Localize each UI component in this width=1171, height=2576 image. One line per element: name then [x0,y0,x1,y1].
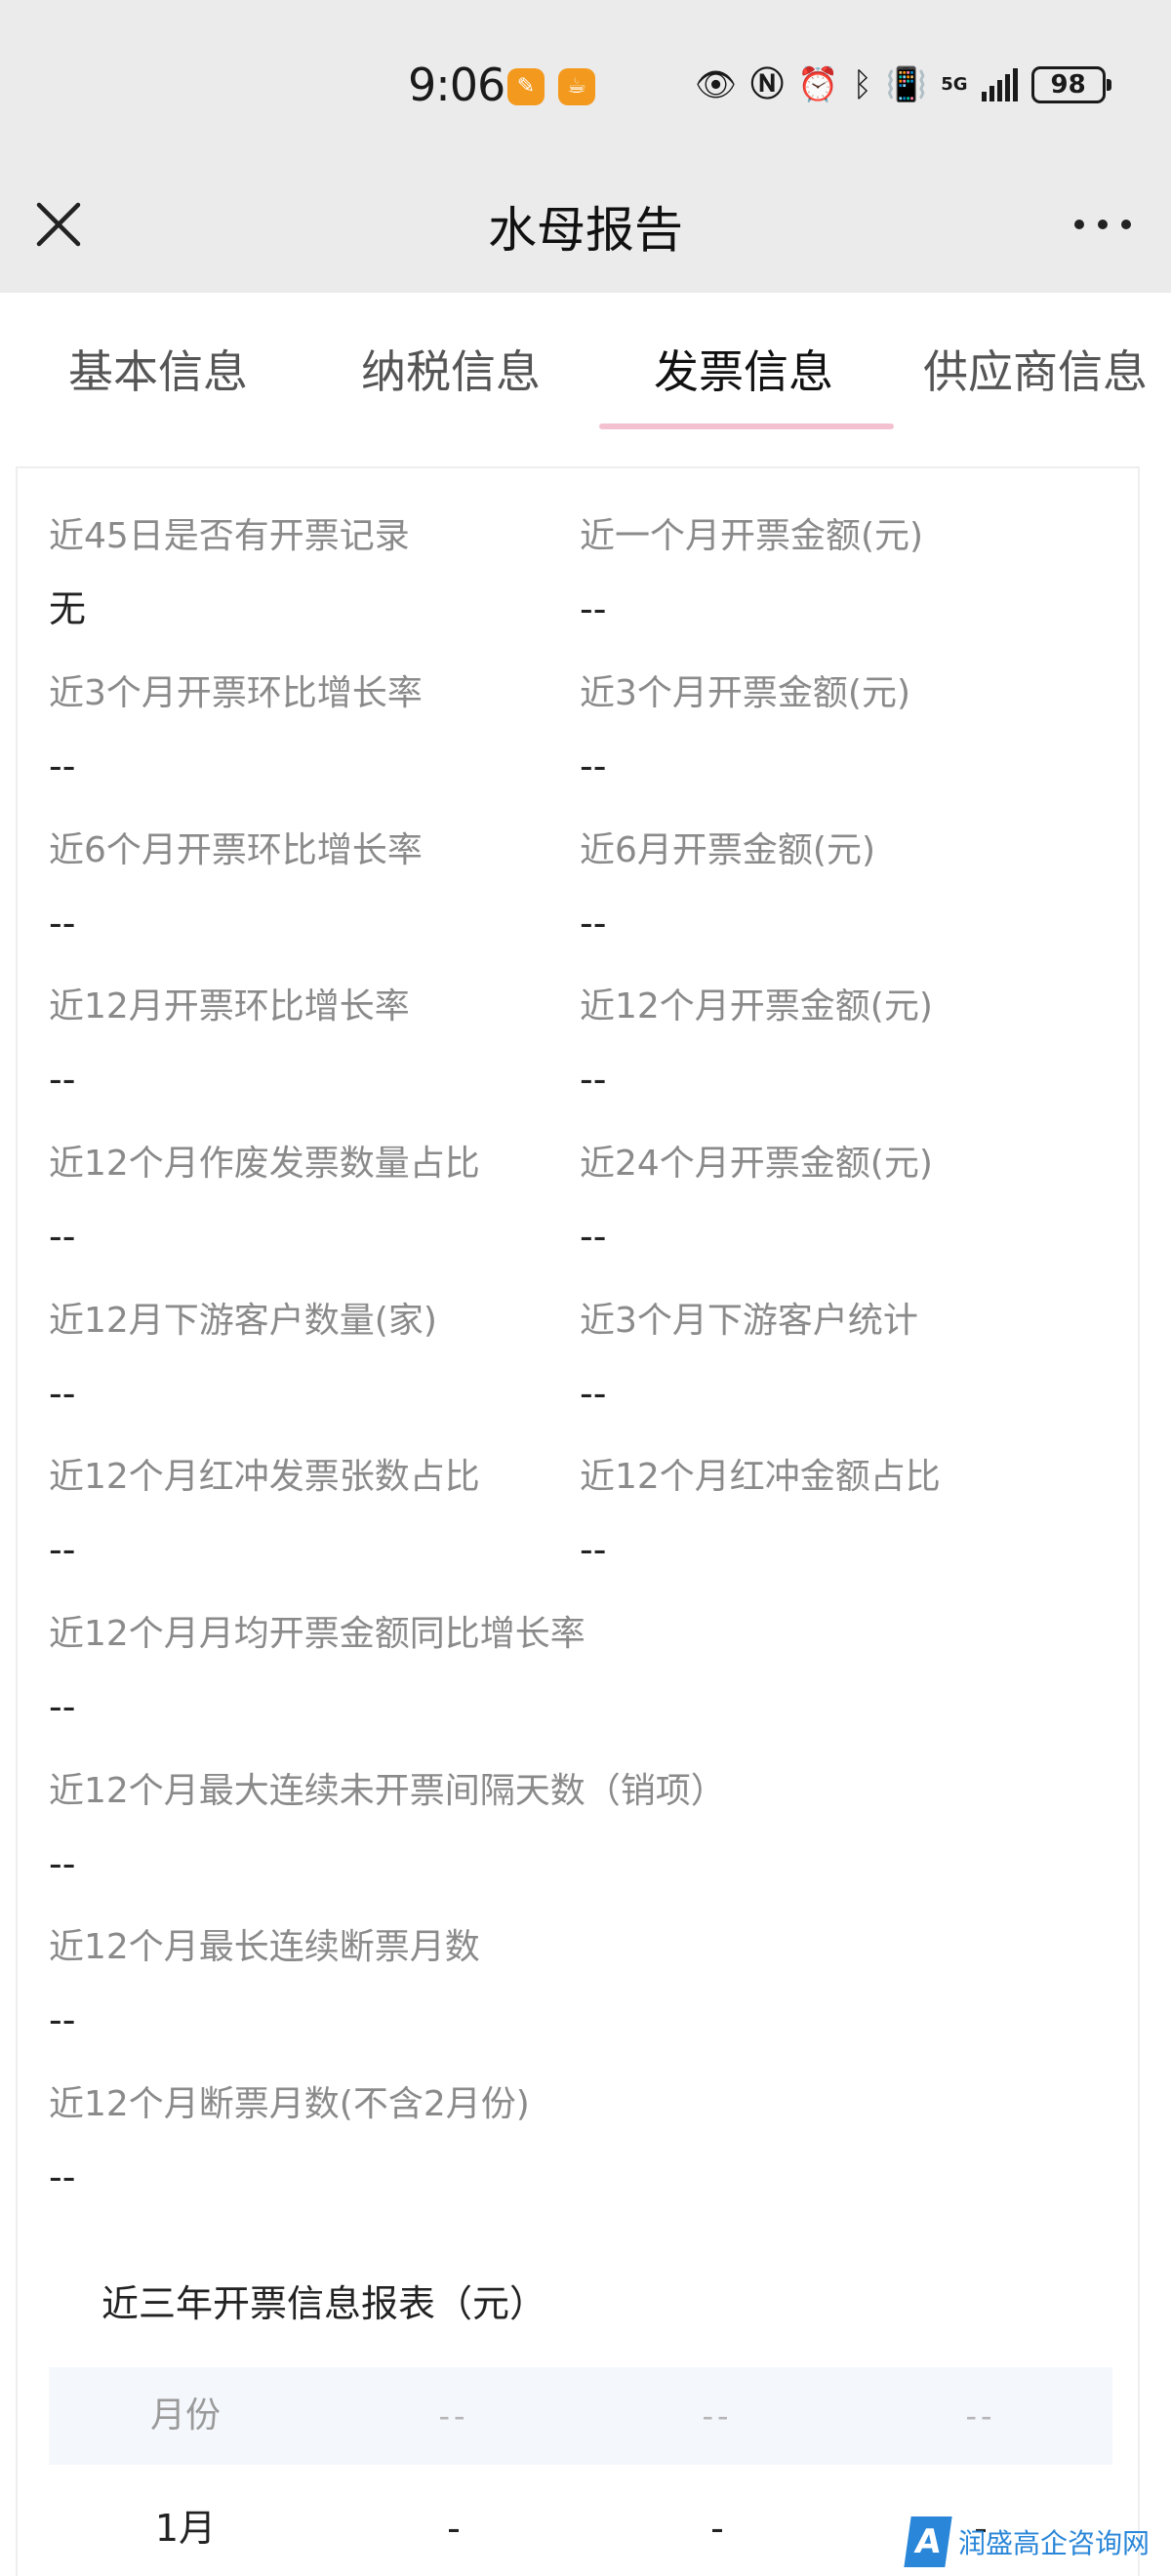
table-cell: - [710,2507,724,2550]
tab-supplier-info[interactable]: 供应商信息 [923,337,1148,401]
watermark: A 润盛高企咨询网 [904,2513,1151,2571]
table-header-cell: -- [702,2397,733,2435]
field-item: 近12个月作废发票数量占比 -- [49,1143,480,1258]
tab-tax-info[interactable]: 纳税信息 [361,337,541,401]
alarm-icon: ⏰ [797,65,839,104]
field-label: 近12月下游客户数量(家) [49,1301,437,1341]
tab-bar: 基本信息 纳税信息 发票信息 供应商信息 [0,293,1171,439]
field-label: 近12个月开票金额(元) [580,986,933,1026]
field-item: 近12个月红冲金额占比 -- [580,1456,941,1571]
field-label: 近12个月月均开票金额同比增长率 [49,1614,586,1654]
field-label: 近12个月红冲金额占比 [580,1457,941,1497]
field-label: 近3个月开票环比增长率 [49,673,423,713]
table-header-cell: -- [438,2397,469,2435]
watermark-text: 润盛高企咨询网 [958,2527,1151,2559]
invoice-info-card: 近45日是否有开票记录 无 近一个月开票金额(元) -- 近3个月开票环比增长率… [16,466,1140,2576]
page-title: 水母报告 [488,202,683,259]
report-title: 近三年开票信息报表（元） [101,2282,547,2325]
field-value: 无 [49,587,87,630]
table-cell: 1月 [154,2507,217,2550]
field-value: -- [49,1372,76,1415]
field-value: -- [580,1215,607,1258]
status-time: 9:06 [408,59,505,111]
nfc-icon: Ⓝ [750,65,785,104]
field-label: 近3个月下游客户统计 [580,1301,918,1341]
field-value: -- [580,1372,607,1415]
network-type-label: 5G [941,74,968,95]
cup-app-icon: ☕ [558,68,595,105]
field-item: 近6月开票金额(元) -- [580,829,875,945]
field-value: -- [580,745,607,787]
tab-invoice-info[interactable]: 发票信息 [654,337,833,401]
battery-level: 98 [1050,70,1086,100]
field-value: -- [49,1528,76,1571]
field-value: -- [49,1215,76,1258]
field-value: -- [49,2155,76,2198]
table-header-cell: 月份 [149,2395,221,2435]
field-item: 近12个月开票金额(元) -- [580,986,933,1101]
field-value: -- [49,1058,76,1101]
field-item: 近12月下游客户数量(家) -- [49,1300,437,1415]
tab-basic-info[interactable]: 基本信息 [68,337,248,401]
active-tab-indicator [599,423,894,429]
field-item: 近45日是否有开票记录 无 [49,515,410,630]
field-item: 近12个月最大连续未开票间隔天数（销项） -- [49,1770,726,1885]
bluetooth-icon: ᛒ [852,65,872,104]
field-label: 近12个月最长连续断票月数 [49,1927,480,1967]
field-label: 近12个月红冲发票张数占比 [49,1457,480,1497]
nav-bar: 水母报告 [0,156,1171,293]
field-label: 近一个月开票金额(元) [580,516,924,556]
field-item: 近3个月开票环比增长率 -- [49,672,423,787]
field-value: -- [580,1058,607,1101]
field-label: 近12个月作废发票数量占比 [49,1144,480,1184]
vibrate-icon: 📳 [885,65,928,104]
page: 9:06 ✎ ☕ 👁 Ⓝ ⏰ ᛒ 📳 5G 98 水母报告 基本信息 纳税信息 … [0,0,1171,2576]
field-value: -- [49,902,76,945]
field-label: 近12个月最大连续未开票间隔天数（销项） [49,1771,726,1811]
field-label: 近45日是否有开票记录 [49,516,410,556]
field-value: -- [580,587,607,630]
field-item: 近12月开票环比增长率 -- [49,986,410,1101]
field-item: 近3个月开票金额(元) -- [580,672,910,787]
field-item: 近24个月开票金额(元) -- [580,1143,933,1258]
status-bar: 9:06 ✎ ☕ 👁 Ⓝ ⏰ ᛒ 📳 5G 98 [0,0,1171,156]
field-label: 近12月开票环比增长率 [49,986,410,1026]
field-value: -- [49,745,76,787]
field-item: 近12个月月均开票金额同比增长率 -- [49,1613,586,1728]
table-header-cell: -- [965,2397,996,2435]
field-label: 近6个月开票环比增长率 [49,830,423,870]
field-value: -- [49,1998,76,2041]
field-value: -- [49,1685,76,1728]
field-item: 近12个月断票月数(不含2月份) -- [49,2083,530,2198]
battery-icon: 98 [1030,66,1111,103]
more-icon[interactable] [1064,195,1142,254]
watermark-logo-icon: A [904,2516,952,2567]
field-label: 近6月开票金额(元) [580,830,875,870]
table-header: 月份 -- -- -- [49,2367,1112,2465]
field-label: 近12个月断票月数(不含2月份) [49,2084,530,2124]
eye-icon: 👁 [695,65,738,104]
field-value: -- [49,1842,76,1885]
signal-icon [981,68,1018,101]
field-value: -- [580,902,607,945]
field-item: 近12个月最长连续断票月数 -- [49,1926,480,2041]
field-label: 近3个月开票金额(元) [580,673,910,713]
field-label: 近24个月开票金额(元) [580,1144,933,1184]
field-item: 近一个月开票金额(元) -- [580,515,923,630]
field-item: 近3个月下游客户统计 -- [580,1300,918,1415]
field-value: -- [580,1528,607,1571]
notes-app-icon: ✎ [507,68,545,105]
field-item: 近12个月红冲发票张数占比 -- [49,1456,480,1571]
table-cell: - [447,2507,461,2550]
status-icons: 👁 Ⓝ ⏰ ᛒ 📳 5G 98 [695,60,1111,109]
field-item: 近6个月开票环比增长率 -- [49,829,423,945]
